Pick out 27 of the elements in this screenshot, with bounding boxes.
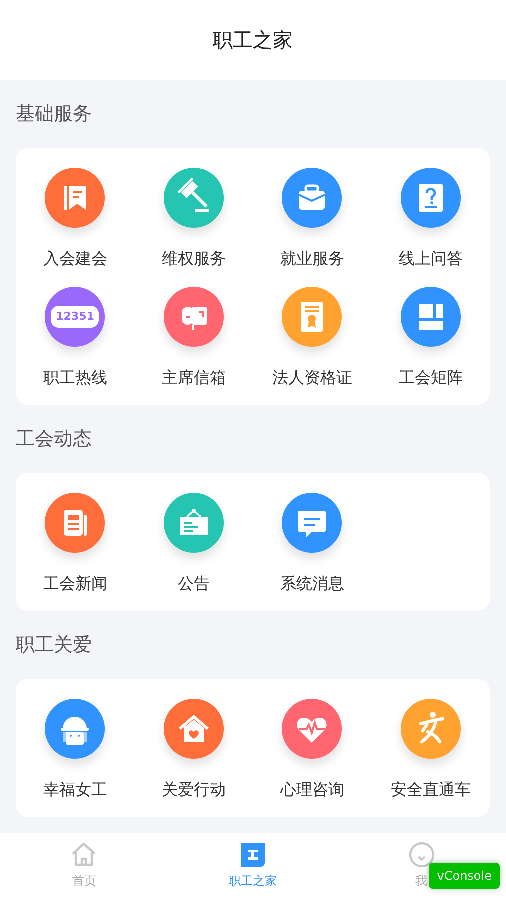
service-label: 职工热线	[43, 367, 108, 389]
page-title: 职工之家	[213, 26, 293, 54]
section-title: 职工关爱	[16, 633, 93, 658]
service-label: 法人资格证	[272, 367, 352, 389]
tab-item[interactable]: 职工之家	[229, 841, 277, 890]
service-label: 关爱行动	[162, 779, 226, 801]
service-label: 主席信箱	[162, 367, 226, 389]
service-label: 工会矩阵	[398, 367, 463, 389]
service-label: 系统消息	[280, 573, 344, 595]
union-icon	[239, 841, 267, 869]
tab-item[interactable]: 首页	[70, 841, 98, 890]
service-label: 安全直通车	[390, 779, 471, 801]
console-button[interactable]: vConsole	[429, 863, 500, 889]
service-label: 维权服务	[162, 248, 226, 270]
section-title: 基础服务	[16, 102, 93, 127]
service-label: 幸福女工	[43, 779, 108, 801]
hotline-number: 12351	[51, 306, 100, 328]
service-label: 心理咨询	[280, 779, 344, 801]
service-label: 公告	[178, 573, 210, 595]
service-label: 入会建会	[43, 248, 108, 270]
service-label: 工会新闻	[43, 573, 108, 595]
service-icon[interactable]: 12351	[45, 287, 106, 347]
home-icon	[70, 841, 98, 869]
section-title: 工会动态	[16, 427, 93, 452]
service-label: 就业服务	[280, 248, 344, 270]
service-label: 线上问答	[398, 248, 463, 270]
face-icon	[408, 841, 436, 869]
